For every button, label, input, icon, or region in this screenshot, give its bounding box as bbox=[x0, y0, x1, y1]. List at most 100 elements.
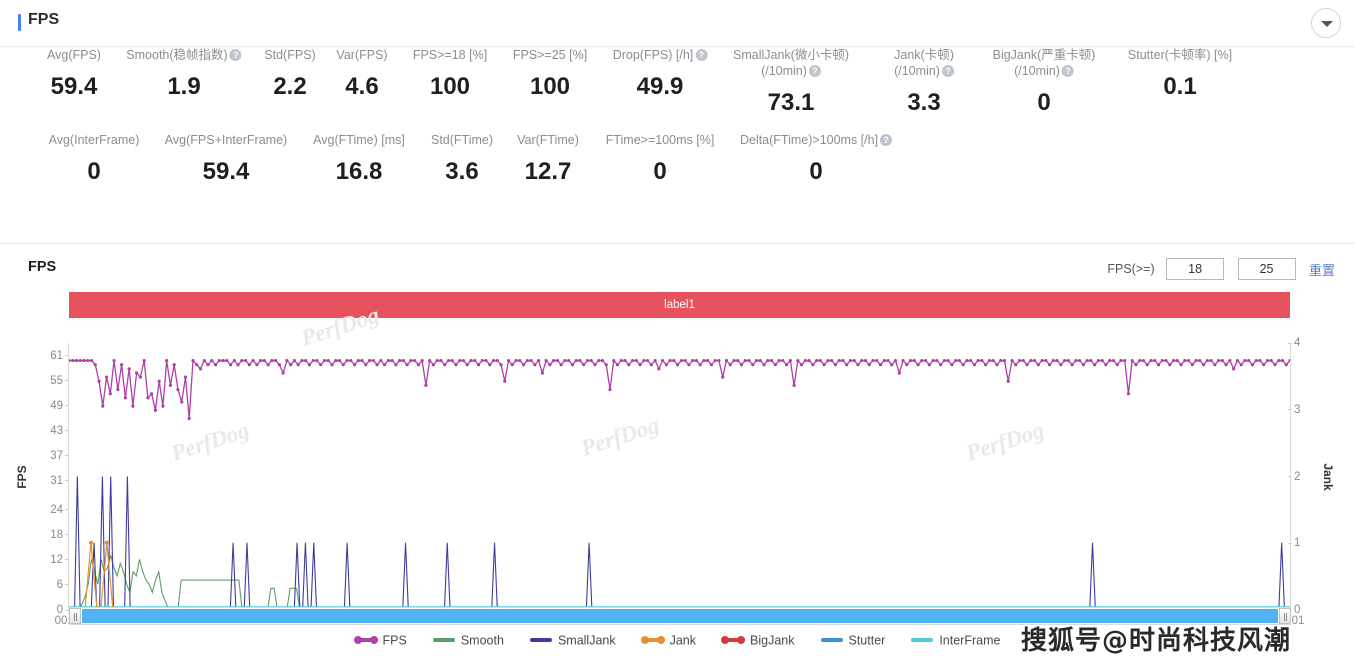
y-axis-right-tick-label: 2 bbox=[1288, 471, 1300, 483]
series-marker bbox=[86, 358, 90, 363]
series-marker bbox=[131, 404, 135, 408]
series-marker bbox=[495, 358, 499, 363]
series-marker bbox=[360, 358, 364, 363]
series-marker bbox=[1047, 363, 1052, 367]
legend-item-stutter[interactable]: Stutter bbox=[820, 633, 886, 649]
series-marker bbox=[1074, 358, 1078, 363]
series-marker bbox=[202, 358, 206, 363]
series-marker bbox=[890, 363, 894, 367]
y-axis-right-title: Jank bbox=[1321, 463, 1335, 491]
series-marker bbox=[1149, 358, 1153, 363]
series-marker bbox=[1156, 363, 1161, 367]
series-marker bbox=[788, 358, 792, 363]
series-marker bbox=[165, 358, 169, 363]
series-marker bbox=[634, 358, 638, 363]
series-marker bbox=[875, 358, 879, 363]
series-marker bbox=[1168, 363, 1172, 367]
series-marker bbox=[259, 358, 263, 363]
collapse-panel-button[interactable] bbox=[1311, 8, 1341, 38]
series-marker bbox=[1138, 358, 1142, 363]
series-marker bbox=[465, 363, 469, 367]
series-marker bbox=[270, 358, 274, 363]
y-axis-left-tick-label: 49 bbox=[50, 400, 69, 412]
series-marker bbox=[123, 396, 127, 400]
series-marker bbox=[578, 358, 582, 363]
stat-label-line: Avg(FTime) [ms] bbox=[313, 133, 405, 147]
series-marker bbox=[176, 387, 180, 392]
stat-label: Avg(FTime) [ms] bbox=[313, 132, 405, 148]
series-marker bbox=[157, 379, 161, 383]
series-marker bbox=[638, 363, 642, 367]
series-marker bbox=[642, 358, 646, 363]
series-marker bbox=[1119, 358, 1123, 363]
stat-label-line: Avg(FPS+InterFrame) bbox=[164, 133, 288, 147]
series-marker bbox=[424, 383, 428, 388]
series-marker bbox=[1078, 358, 1082, 363]
series-marker bbox=[1006, 379, 1010, 383]
series-marker bbox=[255, 363, 259, 367]
series-marker bbox=[950, 363, 954, 367]
series-marker bbox=[69, 358, 71, 363]
help-icon[interactable]: ? bbox=[1061, 64, 1074, 77]
series-marker bbox=[413, 358, 417, 363]
series-marker bbox=[394, 363, 398, 367]
watermark-sohu: 搜狐号@时尚科技风潮 bbox=[1021, 626, 1292, 656]
series-marker bbox=[920, 358, 924, 363]
series-marker bbox=[954, 358, 958, 363]
stat-label-line: Avg(FPS) bbox=[47, 48, 101, 62]
series-marker bbox=[337, 358, 342, 363]
chart-plot-area[interactable]: FPS Jank 06121824313743495561 01234 00:0… bbox=[0, 302, 1355, 627]
series-marker bbox=[1220, 358, 1224, 363]
series-marker bbox=[386, 358, 390, 363]
legend-label: Stutter bbox=[848, 634, 886, 649]
help-icon[interactable]: ? bbox=[229, 48, 242, 61]
series-marker bbox=[127, 367, 131, 371]
series-marker bbox=[1055, 358, 1059, 363]
series-marker bbox=[935, 358, 939, 363]
scene-label-band[interactable]: label1 bbox=[69, 292, 1290, 318]
help-icon[interactable]: ? bbox=[808, 64, 821, 77]
legend-item-jank[interactable]: Jank bbox=[640, 633, 696, 648]
series-marker bbox=[657, 367, 661, 371]
series-marker bbox=[969, 358, 973, 363]
series-marker bbox=[999, 358, 1003, 363]
stat-label-line: Var(FTime) bbox=[517, 133, 579, 147]
stat-label: SmallJank(微小卡顿) (/10min)? bbox=[733, 47, 849, 79]
series-marker bbox=[225, 358, 229, 363]
help-icon[interactable]: ? bbox=[880, 133, 893, 146]
series-marker bbox=[1228, 358, 1232, 363]
help-icon[interactable]: ? bbox=[941, 64, 954, 77]
legend-item-smooth[interactable]: Smooth bbox=[432, 633, 504, 648]
legend-item-bigjank[interactable]: BigJank bbox=[721, 633, 795, 648]
series-marker bbox=[807, 358, 811, 363]
series-marker bbox=[1141, 358, 1146, 363]
series-marker bbox=[454, 363, 458, 367]
fps-threshold-high-input[interactable]: 25 bbox=[1237, 258, 1296, 280]
series-marker bbox=[236, 363, 240, 367]
scrollbar-handle-left[interactable] bbox=[69, 608, 81, 624]
series-marker bbox=[698, 363, 702, 367]
legend-item-interframe[interactable]: InterFrame bbox=[911, 633, 1000, 648]
series-marker bbox=[1239, 363, 1243, 367]
series-marker bbox=[931, 358, 935, 363]
series-marker bbox=[1025, 363, 1029, 367]
series-marker bbox=[473, 358, 477, 363]
legend-item-fps[interactable]: FPS bbox=[353, 633, 407, 648]
reset-link[interactable]: 重置 bbox=[1309, 260, 1335, 279]
series-marker bbox=[1235, 358, 1239, 363]
series-marker bbox=[769, 358, 774, 363]
series-marker bbox=[1040, 358, 1044, 363]
help-icon[interactable]: ? bbox=[695, 48, 708, 61]
series-marker bbox=[101, 404, 105, 408]
fps-threshold-low-input[interactable]: 18 bbox=[1166, 258, 1225, 280]
stat-cell: Smooth(稳帧指数)? 1.9 bbox=[126, 47, 242, 101]
series-marker bbox=[619, 358, 623, 363]
series-marker bbox=[104, 375, 109, 379]
page-header: FPS bbox=[0, 0, 1355, 47]
series-marker bbox=[153, 408, 158, 412]
series-marker bbox=[104, 540, 109, 545]
stat-value: 100 bbox=[429, 73, 471, 100]
legend-item-smalljank[interactable]: SmallJank bbox=[529, 633, 616, 648]
series-marker bbox=[356, 358, 360, 363]
series-marker bbox=[717, 358, 721, 363]
